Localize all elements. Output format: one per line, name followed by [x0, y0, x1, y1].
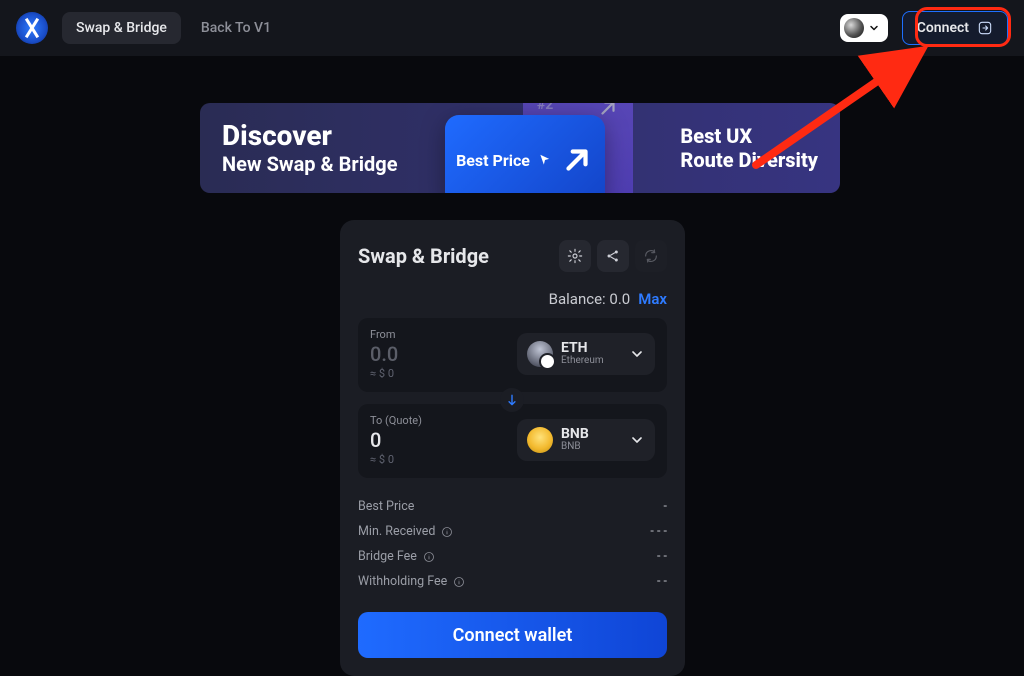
to-amount: 0	[370, 429, 507, 451]
tab-swap-bridge[interactable]: Swap & Bridge	[62, 12, 181, 44]
from-token-chain: Ethereum	[561, 356, 604, 367]
ethereum-icon	[844, 18, 864, 38]
banner-subtitle: New Swap & Bridge	[222, 153, 398, 175]
max-button[interactable]: Max	[638, 290, 667, 308]
from-token-selector[interactable]: ETH Ethereum	[517, 333, 655, 375]
connect-button[interactable]: Connect	[902, 11, 1008, 45]
row-best-price: Best Price -	[358, 494, 667, 519]
share-icon	[605, 248, 621, 264]
swap-card-header: Swap & Bridge	[358, 240, 667, 272]
from-field: From 0.0 ≈ $ 0 ETH Ethereum	[358, 318, 667, 392]
banner-card-front-label: Best Price	[456, 151, 530, 170]
eth-token-icon	[527, 341, 553, 367]
connect-wallet-button[interactable]: Connect wallet	[358, 612, 667, 658]
swap-card-title: Swap & Bridge	[358, 244, 489, 268]
arrow-up-right-icon	[597, 103, 619, 119]
bnb-token-icon	[527, 427, 553, 453]
refresh-button[interactable]	[635, 240, 667, 272]
banner-card-front: Best Price	[445, 115, 605, 193]
balance-label: Balance: 0.0	[549, 290, 631, 308]
banner-right-line1: Best UX	[680, 124, 818, 148]
arrow-up-right-icon	[560, 143, 594, 177]
to-usd: ≈ $ 0	[370, 453, 507, 466]
banner-card-back-label: #2	[537, 103, 553, 113]
connect-button-label: Connect	[917, 20, 969, 36]
refresh-icon	[643, 248, 659, 264]
from-token-symbol: ETH	[561, 341, 604, 356]
chevron-down-icon	[629, 432, 645, 448]
gear-icon	[567, 248, 583, 264]
row-min-received: Min. Received - - -	[358, 519, 667, 544]
network-selector[interactable]	[840, 14, 888, 42]
bridge-fee-value: - -	[657, 549, 667, 564]
chevron-down-icon	[629, 346, 645, 362]
info-icon[interactable]	[453, 576, 465, 588]
promo-banner[interactable]: Discover New Swap & Bridge #2 Best Price…	[200, 103, 840, 193]
banner-left-text: Discover New Swap & Bridge	[222, 121, 398, 174]
bridge-fee-label: Bridge Fee	[358, 549, 417, 564]
to-field: To (Quote) 0 ≈ $ 0 BNB BNB	[358, 404, 667, 478]
quote-info: Best Price - Min. Received - - - Bridge …	[358, 494, 667, 594]
to-token-symbol: BNB	[561, 427, 589, 442]
banner-title: Discover	[222, 121, 398, 150]
to-token-selector[interactable]: BNB BNB	[517, 419, 655, 461]
from-label: From	[370, 328, 507, 341]
arrow-down-icon	[505, 393, 519, 407]
from-usd: ≈ $ 0	[370, 367, 507, 380]
balance-row: Balance: 0.0 Max	[358, 290, 667, 308]
from-amount-input[interactable]: 0.0	[370, 343, 507, 365]
to-label: To (Quote)	[370, 414, 507, 427]
banner-cards-graphic: #2 Best Price	[445, 103, 635, 193]
swap-card: Swap & Bridge Balance: 0.0 Max From 0.0 …	[340, 220, 685, 676]
banner-right-line2: Route Diversity	[680, 148, 818, 172]
withholding-fee-value: - -	[657, 574, 667, 589]
swap-direction-button[interactable]	[500, 388, 524, 412]
app-logo[interactable]	[16, 12, 48, 44]
info-icon[interactable]	[441, 526, 453, 538]
min-received-label: Min. Received	[358, 524, 435, 539]
info-icon[interactable]	[423, 551, 435, 563]
settings-button[interactable]	[559, 240, 591, 272]
best-price-label: Best Price	[358, 499, 414, 514]
top-header: Swap & Bridge Back To V1 Connect	[0, 0, 1024, 56]
min-received-value: - - -	[650, 524, 667, 539]
share-button[interactable]	[597, 240, 629, 272]
row-withholding-fee: Withholding Fee - -	[358, 569, 667, 594]
chevron-down-icon	[868, 22, 880, 34]
withholding-fee-label: Withholding Fee	[358, 574, 447, 589]
row-bridge-fee: Bridge Fee - -	[358, 544, 667, 569]
to-token-chain: BNB	[561, 442, 589, 453]
login-icon	[977, 20, 993, 36]
best-price-value: -	[664, 499, 667, 514]
banner-right-text: Best UX Route Diversity	[680, 124, 818, 172]
cursor-icon	[538, 153, 552, 167]
link-back-to-v1[interactable]: Back To V1	[187, 12, 285, 44]
